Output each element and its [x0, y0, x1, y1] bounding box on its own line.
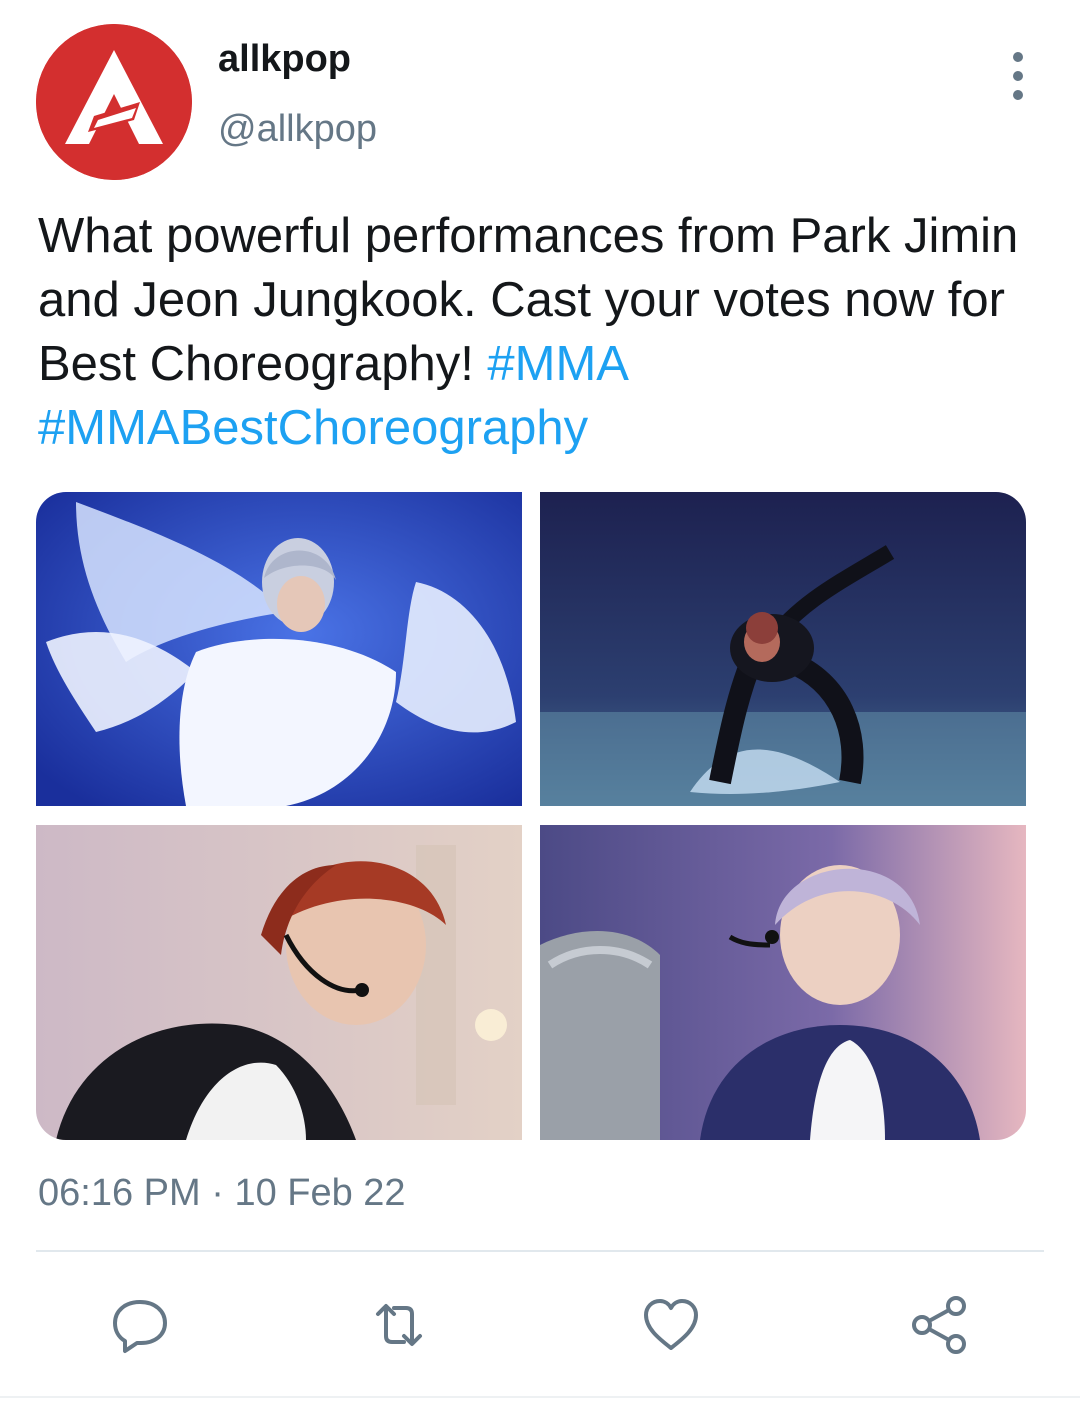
retweet-icon [376, 1304, 422, 1346]
timestamp-separator: · [200, 1172, 235, 1214]
display-name[interactable]: allkpop [218, 38, 351, 81]
bottom-divider [0, 1396, 1080, 1398]
user-handle[interactable]: @allkpop [218, 108, 377, 151]
avatar[interactable] [36, 24, 192, 180]
reply-icon [113, 1300, 167, 1353]
dot-icon [1013, 71, 1023, 81]
like-button[interactable] [638, 1292, 704, 1358]
allkpop-logo-icon [36, 24, 192, 180]
media-grid [36, 492, 1026, 1140]
reply-button[interactable] [107, 1292, 173, 1358]
divider [36, 1250, 1044, 1252]
performer-dancing-water-photo [540, 492, 1026, 806]
media-photo-4[interactable] [540, 825, 1026, 1140]
tweet-text: What powerful performances from Park Jim… [38, 204, 1048, 460]
like-icon [644, 1299, 698, 1350]
performer-headset-mic-photo [36, 825, 522, 1140]
media-photo-1[interactable] [36, 492, 522, 806]
hashtag-link-mma[interactable]: #MMA [487, 337, 626, 391]
media-photo-3[interactable] [36, 825, 522, 1140]
timestamp[interactable]: 06:16 PM · 10 Feb 22 [38, 1172, 406, 1215]
retweet-button[interactable] [366, 1292, 432, 1358]
performer-throne-photo [540, 825, 1026, 1140]
media-photo-2[interactable] [540, 492, 1026, 806]
share-icon [912, 1296, 966, 1354]
dot-icon [1013, 90, 1023, 100]
tweet-card: allkpop @allkpop What powerful performan… [0, 0, 1080, 1416]
tweet-time: 06:16 PM [38, 1172, 201, 1214]
performer-white-outfit-photo [36, 492, 522, 806]
tweet-date: 10 Feb 22 [234, 1172, 406, 1214]
hashtag-link-mma-best-choreography[interactable]: #MMABestChoreography [38, 401, 588, 455]
share-button[interactable] [906, 1292, 972, 1358]
dot-icon [1013, 52, 1023, 62]
more-options-button[interactable] [996, 52, 1040, 100]
